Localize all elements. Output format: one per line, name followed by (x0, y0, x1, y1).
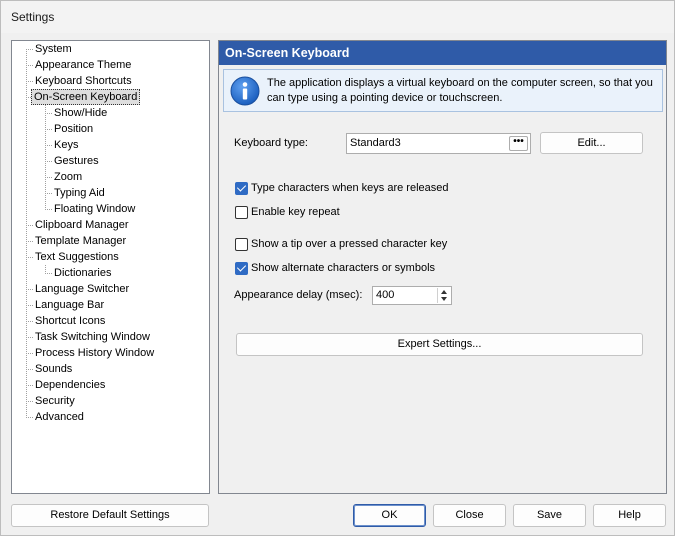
checkbox-checked-icon (235, 262, 248, 275)
spin-down-icon[interactable] (441, 297, 447, 301)
tree-item-language-bar[interactable]: Language Bar (33, 297, 106, 313)
tree-item-process-history-window[interactable]: Process History Window (33, 345, 156, 361)
keyboard-type-field[interactable]: Standard3 ••• (346, 133, 531, 154)
keyboard-type-value: Standard3 (350, 137, 401, 149)
restore-defaults-button[interactable]: Restore Default Settings (11, 504, 209, 527)
tree-item-gestures[interactable]: Gestures (52, 153, 101, 169)
settings-tree[interactable]: System Appearance Theme Keyboard Shortcu… (11, 40, 210, 494)
tree-connector (26, 257, 33, 258)
tree-connector (45, 177, 52, 178)
checkbox-unchecked-icon (235, 238, 248, 251)
tree-connector (26, 49, 33, 50)
alternate-chars-label: Show alternate characters or symbols (251, 262, 436, 274)
tree-item-dependencies[interactable]: Dependencies (33, 377, 107, 393)
tree-item-text-suggestions[interactable]: Text Suggestions (33, 249, 121, 265)
edit-button[interactable]: Edit... (540, 132, 643, 154)
close-button[interactable]: Close (433, 504, 506, 527)
tree-item-show-hide[interactable]: Show/Hide (52, 105, 109, 121)
tree-item-shortcut-icons[interactable]: Shortcut Icons (33, 313, 107, 329)
tree-item-task-switching-window[interactable]: Task Switching Window (33, 329, 152, 345)
tree-item-security[interactable]: Security (33, 393, 77, 409)
window-title: Settings (11, 10, 55, 24)
tree-connector (45, 145, 52, 146)
tree-item-clipboard-manager[interactable]: Clipboard Manager (33, 217, 131, 233)
tree-connector (45, 273, 52, 274)
tree-item-floating-window[interactable]: Floating Window (52, 201, 137, 217)
tree-item-keyboard-shortcuts[interactable]: Keyboard Shortcuts (33, 73, 134, 89)
tree-item-appearance-theme[interactable]: Appearance Theme (33, 57, 133, 73)
tree-connector (26, 369, 33, 370)
tree-connector (26, 321, 33, 322)
tree-connector (26, 401, 33, 402)
tree-connector (26, 353, 33, 354)
tree-connector (26, 225, 33, 226)
tree-item-language-switcher[interactable]: Language Switcher (33, 281, 131, 297)
info-box: The application displays a virtual keybo… (223, 69, 663, 112)
tree-connector (26, 81, 33, 82)
tree-connector (45, 209, 52, 210)
appearance-delay-label: Appearance delay (msec): (234, 289, 363, 301)
tree-item-zoom[interactable]: Zoom (52, 169, 84, 185)
browse-button[interactable]: ••• (509, 136, 528, 151)
info-icon (230, 76, 260, 106)
tree-item-dictionaries[interactable]: Dictionaries (52, 265, 113, 281)
save-button[interactable]: Save (513, 504, 586, 527)
tree-connector (26, 337, 33, 338)
appearance-delay-value: 400 (376, 289, 395, 301)
tree-item-keys[interactable]: Keys (52, 137, 80, 153)
type-on-release-label: Type characters when keys are released (251, 182, 449, 194)
ok-button[interactable]: OK (353, 504, 426, 527)
tree-item-advanced[interactable]: Advanced (33, 409, 86, 425)
tree-item-template-manager[interactable]: Template Manager (33, 233, 128, 249)
panel-title: On-Screen Keyboard (219, 41, 666, 65)
tree-connector (26, 65, 33, 66)
tree-connector (26, 49, 27, 417)
tree-connector (45, 161, 52, 162)
tree-connector (45, 113, 52, 114)
tree-connector (26, 289, 33, 290)
keyboard-type-label: Keyboard type: (234, 137, 308, 149)
tree-connector (26, 241, 33, 242)
tree-connector (26, 385, 33, 386)
settings-panel: On-Screen Keyboard The application displ… (218, 40, 667, 494)
tree-item-on-screen-keyboard[interactable]: On-Screen Keyboard (31, 89, 141, 105)
tree-item-typing-aid[interactable]: Typing Aid (52, 185, 107, 201)
tree-item-system[interactable]: System (33, 41, 74, 57)
expert-settings-button[interactable]: Expert Settings... (236, 333, 643, 356)
tree-item-sounds[interactable]: Sounds (33, 361, 74, 377)
spin-up-icon[interactable] (441, 290, 447, 294)
key-repeat-label: Enable key repeat (251, 206, 340, 218)
info-text: The application displays a virtual keybo… (267, 77, 653, 104)
tree-item-position[interactable]: Position (52, 121, 95, 137)
tree-connector (45, 193, 52, 194)
settings-window: Settings System Appearance Theme Keyboar… (0, 0, 675, 536)
appearance-delay-spinner[interactable]: 400 (372, 286, 452, 305)
checkbox-unchecked-icon (235, 206, 248, 219)
help-button[interactable]: Help (593, 504, 666, 527)
tree-connector (26, 417, 33, 418)
spinner-buttons[interactable] (437, 288, 450, 303)
title-bar: Settings (1, 1, 674, 33)
pressed-key-tip-label: Show a tip over a pressed character key (251, 238, 448, 250)
tree-connector (26, 305, 33, 306)
tree-connector (45, 129, 52, 130)
checkbox-checked-icon (235, 182, 248, 195)
tree-connector (45, 265, 46, 273)
